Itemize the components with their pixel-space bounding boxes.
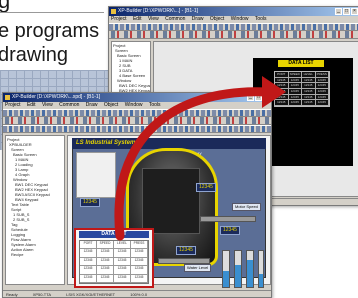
table-header-cell: SPEED [97,241,114,250]
table-row: 12345 12345 12345 12345 [80,266,148,275]
company-logo-text: LS Industrial Systems [76,140,139,146]
menu-project[interactable]: Project [5,102,21,108]
app-icon [111,9,116,14]
status-ready: Ready [6,292,18,297]
table-header-row: PORT SPEED LEVEL PRESS [80,241,148,250]
table-cell: 12345 [114,249,131,258]
menu-edit[interactable]: Edit [133,16,142,22]
status-driver: LSIS XGK/XGI/ETHERNET [66,292,116,297]
front-toolbar-2[interactable] [3,117,271,125]
level-gauge-2 [234,250,242,288]
caption-line-1: e programs [0,20,100,42]
motor-speed-label: Motor Speed [232,203,261,211]
table-row: 12345 12345 12345 12345 [80,249,148,258]
table-cell: 12345 [97,249,114,258]
table-row: 12345 12345 12345 12345 [275,100,329,106]
table-header-cell: PRESS [131,241,148,250]
water-level-label: Water Level [184,264,212,272]
table-cell: 12345 [97,266,114,275]
back-window-title: XP-Builder [D:\XPWORK\...] - [B1-1] [118,8,199,14]
value-tag-1[interactable]: 12345 [80,198,100,207]
table-cell: 12345 [114,257,131,267]
table-cell: 12345 [80,257,97,267]
table-row: 12345 12345 12345 12345 [80,274,148,283]
front-window-title: XP-Builder [D:\XPWORK\...xpd] - [B1-1] [12,94,101,100]
front-project-tree[interactable]: Project XPBUILDER Screen Basic Screen 1 MAIN… [5,135,65,285]
value-tag-3[interactable]: 12345 [220,226,240,235]
caption-rule [0,12,104,13]
value-tag-4[interactable]: 12345 [176,246,196,255]
front-toolbar-3[interactable] [3,125,271,133]
menu-project[interactable]: Project [111,16,127,22]
status-zoom: 100% 0.0 [130,292,148,297]
table-cell: 12345 [288,100,302,106]
table-cell: 12345 [131,274,148,283]
gauge-fill [247,260,253,287]
back-window-titlebar[interactable]: XP-Builder [D:\XPWORK\...] - [B1-1] _ □ … [109,7,358,16]
table-cell: 12345 [275,100,289,106]
tree-node[interactable]: Recipe [7,252,63,257]
menu-edit[interactable]: Edit [27,102,36,108]
front-menubar: Project Edit View Common Draw Object Win… [3,102,271,109]
table-cell: 12345 [80,249,97,258]
menu-window[interactable]: Window [125,102,143,108]
table-cell: 12345 [131,266,148,275]
menu-common[interactable]: Common [165,16,185,22]
menu-object[interactable]: Object [104,102,118,108]
app-icon [5,95,10,100]
menu-window[interactable]: Window [231,16,249,22]
menu-tools[interactable]: Tools [149,102,161,108]
front-toolbar[interactable] [3,109,271,117]
table-cell: 12345 [131,249,148,258]
gauge-fill [223,270,229,287]
table-cell: 12345 [97,274,114,283]
table-cell: 12345 [80,266,97,275]
back-data-table: PORT SPEED LEVEL PRESS 12345 12345 12345 12345 1… [274,71,330,107]
level-gauge-3 [246,250,254,288]
window-controls: _ □ × [335,8,358,15]
table-cell: 12345 [114,274,131,283]
window-controls: _ □ × [247,94,270,101]
close-icon[interactable]: × [351,8,358,15]
back-toolbar[interactable] [109,23,358,31]
tank-window [142,168,200,234]
table-cell: 12345 [80,274,97,283]
maximize-icon[interactable]: □ [343,8,350,15]
table-header-cell: LEVEL [114,241,131,250]
table-cell: 12345 [302,100,316,106]
table-cell: 12345 [131,257,148,267]
front-data-table: PORT SPEED LEVEL PRESS 12345 12345 12345 12345 1… [79,240,149,284]
menu-draw[interactable]: Draw [86,102,98,108]
back-menubar: Project Edit View Common Draw Object Win… [109,16,358,23]
menu-tools[interactable]: Tools [255,16,267,22]
value-tag-2[interactable]: 12345 [196,183,216,192]
status-model: XP50-TTA [32,292,52,297]
table-cell: 12345 [315,100,329,106]
caption-line-2: drawing [0,44,69,66]
menu-view[interactable]: View [42,102,53,108]
minimize-icon[interactable]: _ [335,8,342,15]
table-row: 12345 12345 12345 12345 [80,257,148,267]
level-gauge-1 [222,250,230,288]
close-icon[interactable]: × [263,94,270,101]
conveyor-diagram [76,152,116,198]
maximize-icon[interactable]: □ [255,94,262,101]
menu-common[interactable]: Common [59,102,79,108]
pipe-right [200,216,256,222]
gauge-fill [259,274,263,287]
gauge-fill [235,265,241,287]
minimize-icon[interactable]: _ [247,94,254,101]
back-toolbar-2[interactable] [109,31,358,39]
front-data-list-title: DATA LIST [79,231,149,238]
back-data-list-title: DATA LIST [278,60,324,67]
menu-view[interactable]: View [148,16,159,22]
table-cell: 12345 [97,257,114,267]
menu-object[interactable]: Object [210,16,224,22]
level-gauge-4 [258,250,264,288]
menu-draw[interactable]: Draw [192,16,204,22]
table-cell: 12345 [114,266,131,275]
table-header-cell: PORT [80,241,97,250]
front-window-titlebar[interactable]: XP-Builder [D:\XPWORK\...xpd] - [B1-1] _… [3,93,271,102]
